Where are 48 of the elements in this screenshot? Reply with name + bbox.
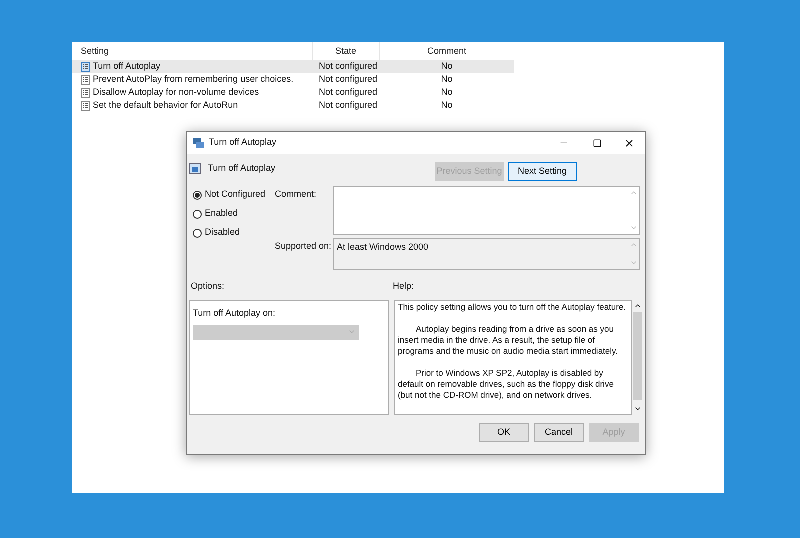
scroll-down-icon[interactable]: [634, 405, 642, 413]
setting-name: Turn off Autoplay: [93, 60, 161, 73]
radio-button[interactable]: [193, 210, 202, 218]
help-paragraph: Prior to Windows XP SP2, Autoplay is disabled by default on removable drives, such as the floppy disk drive (but not the CD-ROM drive), and on network drives.: [398, 368, 615, 401]
policy-row[interactable]: Prevent AutoPlay from remembering user choices. Not configured No: [72, 73, 514, 86]
column-header[interactable]: Comment: [380, 42, 514, 60]
policy-row[interactable]: Turn off Autoplay Not configured No: [72, 60, 514, 73]
policy-settings-icon: [189, 163, 201, 174]
state-text: Not configured: [319, 100, 378, 110]
option-label: Turn off Autoplay on:: [193, 307, 277, 320]
comment-text: No: [441, 74, 453, 84]
state-text: Not configured: [319, 60, 378, 71]
supported-label: Supported on:: [275, 240, 333, 253]
maximize-icon[interactable]: [593, 138, 602, 148]
help-label: Help:: [393, 280, 414, 293]
radio-label: Enabled: [205, 207, 238, 220]
radio-button[interactable]: [193, 190, 202, 200]
close-icon[interactable]: [624, 138, 635, 148]
window-title: Turn off Autoplay: [209, 136, 277, 150]
comment-text: No: [441, 86, 453, 97]
supported-value: At least Windows 2000: [336, 241, 429, 254]
radio-label: Not Configured: [205, 188, 266, 202]
dialog-button[interactable]: Cancel: [534, 423, 584, 442]
setting-nav-button[interactable]: Next Setting: [508, 162, 577, 181]
dialog-button[interactable]: OK: [479, 423, 529, 442]
comment-text: No: [441, 100, 453, 110]
state-text: Not configured: [319, 74, 378, 84]
policy-row[interactable]: Set the default behavior for AutoRun Not configured No: [72, 99, 514, 112]
scrollbar-thumb[interactable]: [633, 312, 642, 400]
setting-name: Prevent AutoPlay from remembering user choices.: [93, 72, 294, 86]
policy-icon: [81, 100, 90, 110]
radio-button[interactable]: [193, 228, 202, 238]
help-paragraph: This policy setting allows you to turn off the Autoplay feature.: [398, 302, 628, 313]
radio-label: Disabled: [205, 226, 240, 240]
options-label: Options:: [190, 280, 226, 293]
policy-icon: [81, 74, 90, 84]
option-dropdown[interactable]: [193, 324, 359, 340]
policy-heading: Turn off Autoplay: [208, 162, 276, 175]
comment-text: No: [441, 60, 453, 71]
comment-label: Comment:: [275, 188, 318, 201]
scroll-up-icon[interactable]: [634, 302, 642, 310]
policy-icon: [81, 62, 90, 72]
help-paragraph: Autoplay begins reading from a drive as soon as you insert media in the drive. As a result, the setup file of programs and the music on audio media start immediately.: [398, 324, 619, 357]
setting-name: Disallow Autoplay for non-volume devices: [93, 86, 260, 99]
state-text: Not configured: [319, 86, 378, 97]
setting-name: Set the default behavior for AutoRun: [93, 98, 238, 112]
policy-icon: [81, 88, 90, 98]
policy-row[interactable]: Disallow Autoplay for non-volume devices Not configured No: [72, 86, 514, 99]
